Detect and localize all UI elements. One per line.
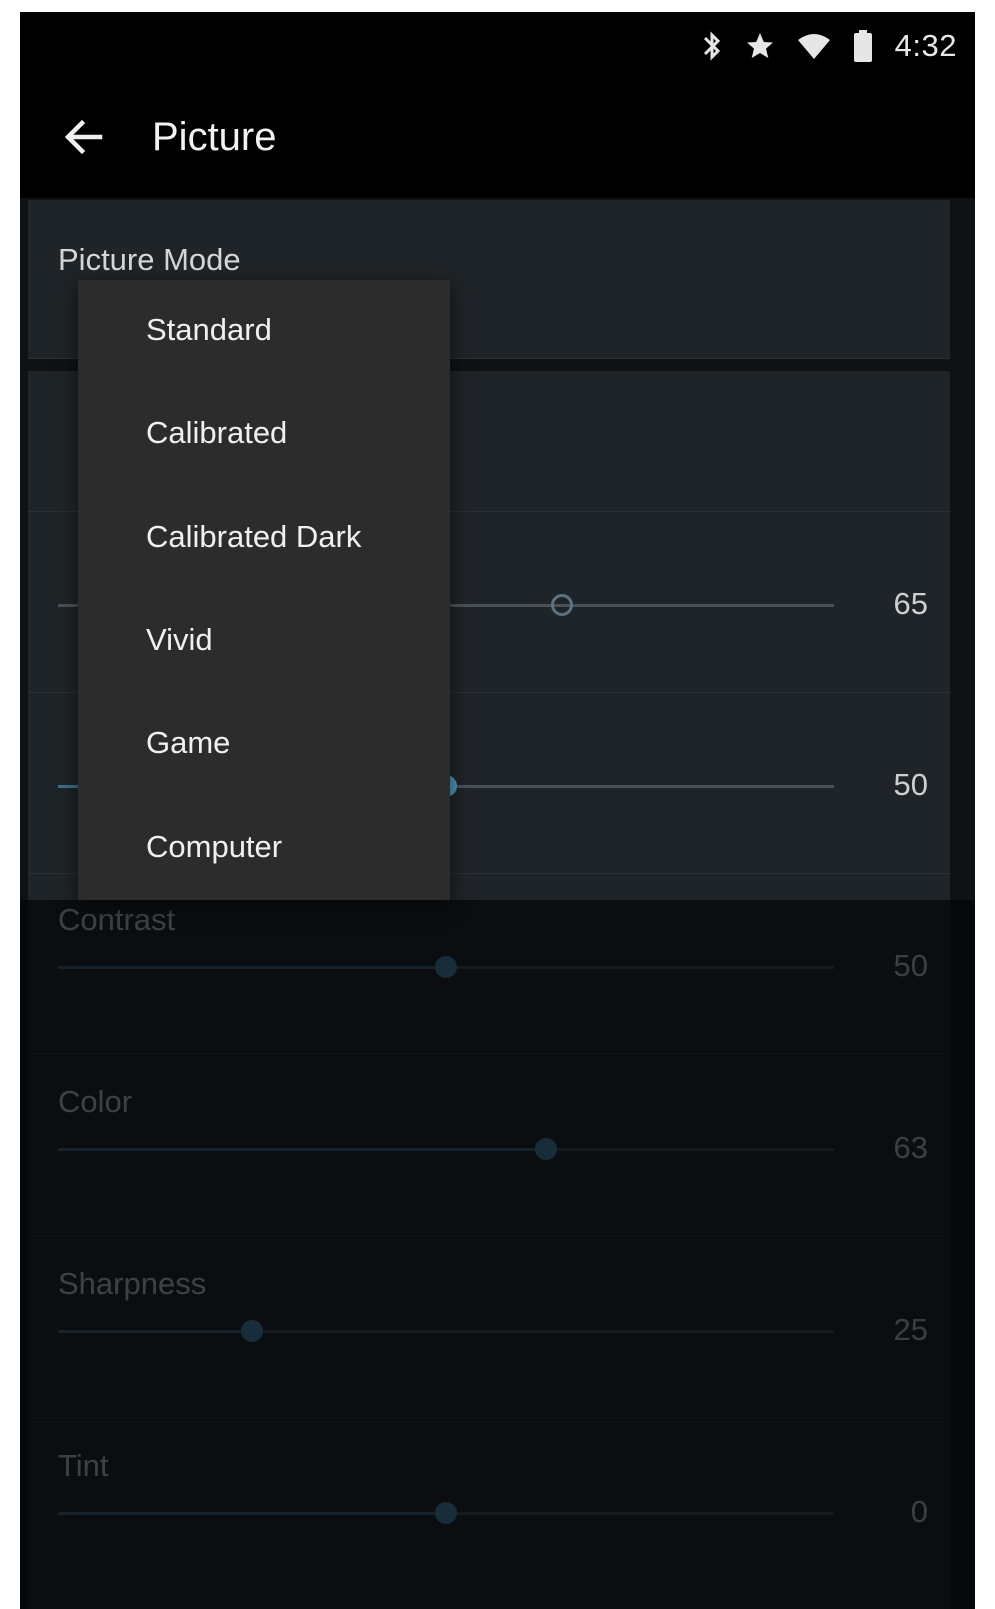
- slider-row-color[interactable]: Color 63: [28, 1056, 950, 1237]
- app-bar: Picture: [20, 82, 975, 198]
- menu-item-vivid[interactable]: Vivid: [78, 590, 450, 693]
- slider-fill: [58, 966, 446, 969]
- battery-icon: [853, 29, 873, 63]
- slider-label: Contrast: [58, 902, 176, 937]
- picture-mode-dropdown: Standard Calibrated Calibrated Dark Vivi…: [78, 280, 450, 900]
- menu-item-label: Calibrated: [146, 415, 288, 450]
- slider-thumb[interactable]: [551, 594, 573, 616]
- slider-value: 25: [893, 1312, 928, 1347]
- wifi-icon: [797, 32, 831, 60]
- slider-value: 50: [893, 767, 928, 802]
- slider-track[interactable]: [58, 1320, 834, 1342]
- menu-item-label: Game: [146, 725, 231, 760]
- menu-item-label: Calibrated Dark: [146, 519, 362, 554]
- slider-thumb[interactable]: [435, 1502, 457, 1524]
- menu-item-label: Computer: [146, 829, 283, 864]
- slider-row-tint[interactable]: Tint 0: [28, 1420, 950, 1609]
- slider-fill: [58, 1330, 252, 1333]
- back-button[interactable]: [60, 112, 110, 162]
- bluetooth-icon: [701, 29, 723, 63]
- slider-value: 63: [893, 1130, 928, 1165]
- phone-screen: 4:32 Picture Picture Mode 65 50 Contrast…: [20, 12, 975, 1609]
- slider-row-sharpness[interactable]: Sharpness 25: [28, 1238, 950, 1419]
- slider-track[interactable]: [58, 956, 834, 978]
- star-icon: [745, 31, 775, 61]
- menu-item-calibrated[interactable]: Calibrated: [78, 383, 450, 486]
- slider-label: Tint: [58, 1448, 109, 1483]
- slider-fill: [58, 1148, 546, 1151]
- slider-value: 65: [893, 586, 928, 621]
- menu-item-game[interactable]: Game: [78, 693, 450, 796]
- menu-item-label: Vivid: [146, 622, 213, 657]
- arrow-left-icon: [64, 119, 103, 155]
- menu-item-standard[interactable]: Standard: [78, 280, 450, 383]
- slider-track[interactable]: [58, 1502, 834, 1524]
- slider-label: Sharpness: [58, 1266, 207, 1301]
- menu-item-label: Standard: [146, 312, 272, 347]
- picture-mode-label: Picture Mode: [58, 242, 241, 277]
- slider-value: 0: [910, 1494, 928, 1529]
- slider-thumb[interactable]: [435, 956, 457, 978]
- slider-value: 50: [893, 948, 928, 983]
- page-title: Picture: [152, 115, 277, 159]
- status-icons: 4:32: [701, 26, 957, 66]
- slider-fill: [58, 1512, 446, 1515]
- status-bar: 4:32: [20, 12, 975, 82]
- status-time: 4:32: [894, 28, 957, 63]
- slider-thumb[interactable]: [241, 1320, 263, 1342]
- slider-row-contrast[interactable]: Contrast 50: [28, 874, 950, 1055]
- slider-thumb[interactable]: [535, 1138, 557, 1160]
- slider-track[interactable]: [58, 1138, 834, 1160]
- menu-item-computer[interactable]: Computer: [78, 797, 450, 900]
- slider-label: Color: [58, 1084, 133, 1119]
- menu-item-calibrated-dark[interactable]: Calibrated Dark: [78, 487, 450, 590]
